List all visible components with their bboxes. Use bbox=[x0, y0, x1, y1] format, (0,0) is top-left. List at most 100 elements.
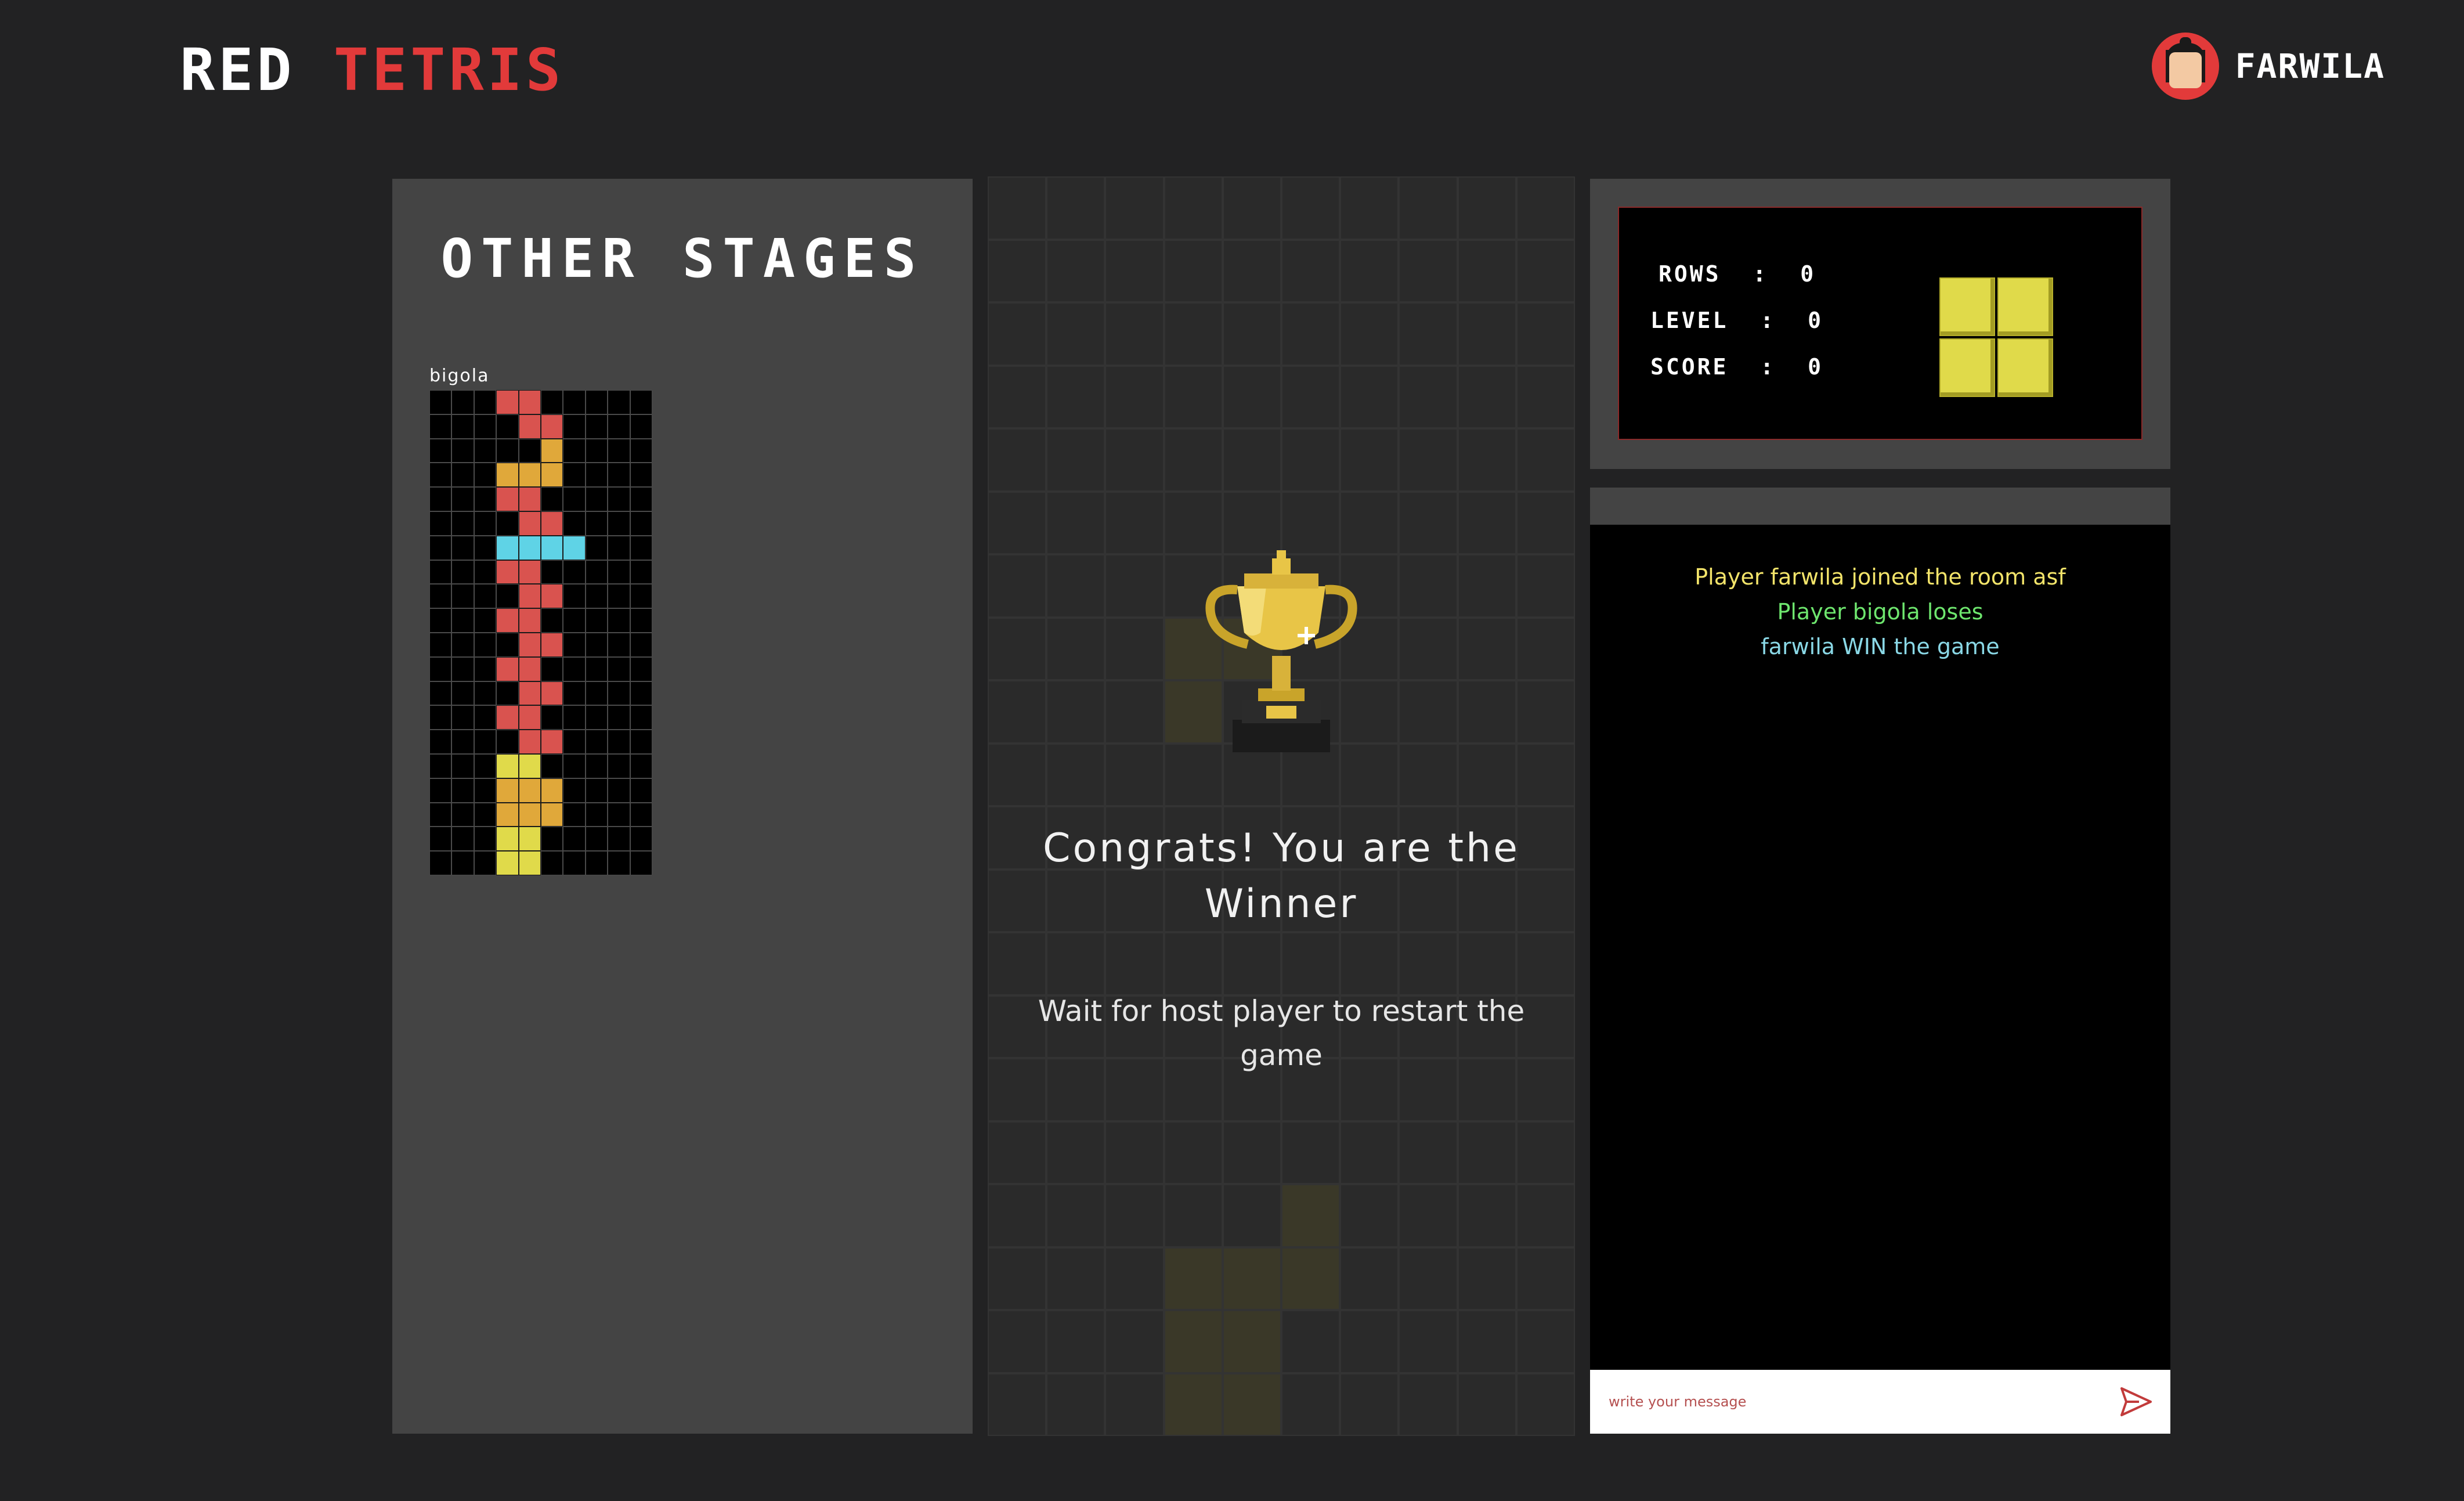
board-cell bbox=[563, 802, 586, 827]
score-value: 0 bbox=[1808, 354, 1823, 380]
board-cell bbox=[608, 511, 630, 536]
board-cell bbox=[541, 390, 563, 414]
board-cell bbox=[541, 851, 563, 875]
board-cell bbox=[1222, 239, 1281, 302]
chat-panel: Player farwila joined the room asf Playe… bbox=[1590, 488, 2170, 1434]
logo-word-red: RED bbox=[180, 36, 295, 104]
board-cell bbox=[451, 535, 474, 560]
board-cell bbox=[608, 778, 630, 803]
board-cell bbox=[1164, 365, 1223, 428]
board-cell bbox=[608, 730, 630, 754]
board-cell bbox=[585, 560, 608, 584]
board-cell bbox=[429, 754, 452, 778]
board-cell bbox=[1457, 1310, 1516, 1373]
board-cell bbox=[474, 754, 497, 778]
app-logo[interactable]: RED TETRIS bbox=[180, 36, 564, 104]
chat-message-input[interactable] bbox=[1607, 1393, 2109, 1410]
board-cell bbox=[1046, 932, 1105, 995]
board-cell bbox=[608, 414, 630, 439]
board-cell bbox=[1340, 302, 1399, 366]
next-piece-block bbox=[1939, 338, 1995, 397]
chat-message: Player bigola loses bbox=[1777, 599, 1984, 625]
board-cell bbox=[1399, 680, 1458, 744]
board-cell bbox=[585, 438, 608, 463]
board-cell bbox=[1340, 1373, 1399, 1436]
board-cell bbox=[451, 754, 474, 778]
board-cell bbox=[429, 705, 452, 730]
user-profile[interactable]: FARWILA bbox=[2151, 33, 2385, 100]
board-cell bbox=[451, 390, 474, 414]
board-cell bbox=[1516, 1121, 1575, 1184]
board-cell bbox=[1340, 176, 1399, 240]
board-cell bbox=[988, 365, 1047, 428]
board-cell bbox=[608, 705, 630, 730]
chat-message: Player farwila joined the room asf bbox=[1695, 564, 2066, 590]
board-cell bbox=[585, 656, 608, 681]
board-cell bbox=[1457, 1373, 1516, 1436]
board-cell bbox=[1046, 239, 1105, 302]
board-cell bbox=[1164, 302, 1223, 366]
board-cell bbox=[1046, 428, 1105, 492]
board-cell bbox=[429, 827, 452, 851]
board-cell bbox=[541, 463, 563, 488]
board-cell bbox=[518, 754, 541, 778]
board-cell bbox=[585, 778, 608, 803]
board-cell bbox=[988, 1247, 1047, 1310]
board-cell bbox=[1046, 617, 1105, 680]
board-cell bbox=[451, 705, 474, 730]
board-cell bbox=[1516, 428, 1575, 492]
board-cell bbox=[474, 778, 497, 803]
board-cell bbox=[1105, 176, 1164, 240]
board-cell bbox=[429, 535, 452, 560]
board-cell bbox=[1281, 428, 1341, 492]
board-cell bbox=[429, 681, 452, 706]
board-cell bbox=[496, 463, 519, 488]
board-cell bbox=[496, 487, 519, 511]
board-cell bbox=[1105, 554, 1164, 618]
board-cell bbox=[429, 584, 452, 609]
board-cell bbox=[1046, 743, 1105, 806]
send-icon[interactable] bbox=[2119, 1386, 2153, 1417]
board-cell bbox=[1105, 239, 1164, 302]
board-cell bbox=[429, 414, 452, 439]
board-cell bbox=[1105, 1373, 1164, 1436]
board-cell bbox=[630, 414, 652, 439]
board-cell bbox=[429, 463, 452, 488]
board-cell bbox=[518, 390, 541, 414]
board-cell bbox=[563, 633, 586, 657]
board-cell bbox=[1399, 428, 1458, 492]
board-cell bbox=[1046, 680, 1105, 744]
board-cell bbox=[630, 463, 652, 488]
opponent-board bbox=[429, 390, 652, 875]
board-cell bbox=[474, 827, 497, 851]
board-cell bbox=[429, 633, 452, 657]
level-value: 0 bbox=[1808, 308, 1823, 333]
board-cell bbox=[474, 560, 497, 584]
board-cell bbox=[474, 487, 497, 511]
board-cell bbox=[541, 730, 563, 754]
board-cell bbox=[1222, 932, 1281, 995]
board-cell bbox=[451, 778, 474, 803]
board-cell bbox=[1105, 1184, 1164, 1247]
board-cell bbox=[474, 656, 497, 681]
board-cell bbox=[1340, 491, 1399, 554]
avatar[interactable] bbox=[2151, 33, 2219, 100]
board-cell bbox=[541, 560, 563, 584]
board-cell bbox=[585, 463, 608, 488]
board-cell bbox=[496, 802, 519, 827]
board-cell bbox=[608, 754, 630, 778]
rows-label: ROWS bbox=[1659, 261, 1721, 287]
rows-value: 0 bbox=[1800, 261, 1816, 287]
board-cell bbox=[988, 1373, 1047, 1436]
board-cell bbox=[1105, 932, 1164, 995]
board-cell bbox=[518, 778, 541, 803]
board-cell bbox=[429, 438, 452, 463]
board-cell bbox=[541, 414, 563, 439]
chat-header bbox=[1590, 488, 2170, 525]
board-cell bbox=[541, 487, 563, 511]
board-cell bbox=[429, 608, 452, 633]
trophy-icon bbox=[1205, 550, 1357, 752]
board-cell bbox=[1457, 239, 1516, 302]
board-cell bbox=[1046, 1247, 1105, 1310]
board-cell bbox=[1164, 1247, 1223, 1310]
